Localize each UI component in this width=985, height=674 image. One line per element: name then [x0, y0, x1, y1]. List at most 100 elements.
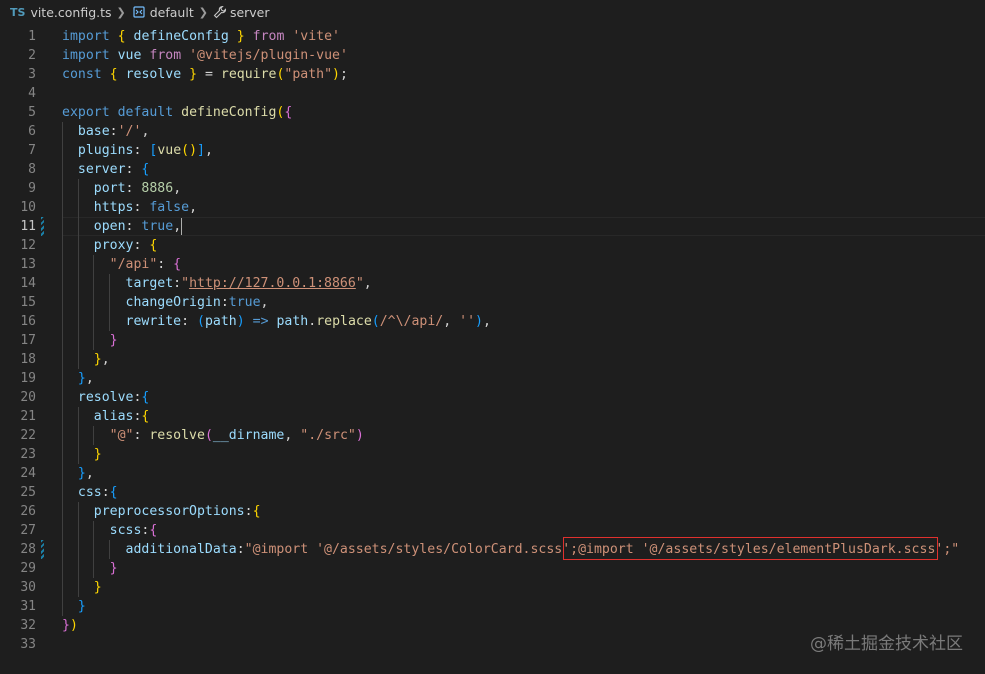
chevron-right-icon: ❯	[116, 5, 126, 19]
code-token: }	[77, 599, 86, 614]
code-token: (	[204, 428, 213, 443]
code-line[interactable]: 19 },	[0, 369, 985, 388]
code-text: port: 8886,	[62, 179, 181, 198]
code-token: ''	[459, 314, 476, 329]
code-line[interactable]: 30 }	[0, 578, 985, 597]
code-token: )	[475, 314, 483, 329]
code-line[interactable]: 31 }	[0, 597, 985, 616]
code-token: )	[332, 67, 340, 82]
modified-line-indicator[interactable]	[41, 217, 44, 236]
code-line[interactable]: 4	[0, 84, 985, 103]
code-line[interactable]: 16 rewrite: (path) => path.replace(/^\/a…	[0, 312, 985, 331]
code-line[interactable]: 25 css:{	[0, 483, 985, 502]
code-token: const	[62, 67, 102, 82]
code-token: ]	[197, 143, 205, 158]
code-line[interactable]: 11 open: true,	[0, 217, 985, 236]
code-line[interactable]: 17 }	[0, 331, 985, 350]
code-line[interactable]: 6 base:'/',	[0, 122, 985, 141]
code-line[interactable]: 20 resolve:{	[0, 388, 985, 407]
breadcrumb-member[interactable]: server	[230, 5, 270, 20]
code-token: resolve	[77, 390, 134, 405]
code-text: import { defineConfig } from 'vite'	[62, 27, 340, 46]
code-token: ;	[340, 67, 348, 82]
code-token: }	[77, 371, 86, 386]
line-number: 10	[20, 200, 36, 215]
code-token: )	[69, 618, 78, 633]
code-token: export	[62, 105, 110, 120]
code-token: port	[93, 181, 126, 196]
code-text: import vue from '@vitejs/plugin-vue'	[62, 46, 348, 65]
code-text: },	[62, 369, 94, 388]
code-token: additionalData	[125, 542, 237, 557]
code-token: vue	[157, 143, 182, 158]
code-line[interactable]: 13 "/api": {	[0, 255, 985, 274]
code-text: })	[62, 616, 78, 635]
code-token: }	[93, 580, 102, 595]
code-token: ,	[173, 219, 182, 234]
code-text: css:{	[62, 483, 118, 502]
code-token: {	[141, 409, 150, 424]
code-line[interactable]: 18 },	[0, 350, 985, 369]
line-number: 4	[28, 86, 36, 101]
code-line[interactable]: 23 }	[0, 445, 985, 464]
code-token: {	[117, 29, 126, 44]
breadcrumb-symbol[interactable]: default	[150, 5, 194, 20]
code-token: :	[173, 276, 182, 291]
code-line[interactable]: 5 export default defineConfig({	[0, 103, 985, 122]
code-line[interactable]: 22 "@": resolve(__dirname, "./src")	[0, 426, 985, 445]
code-token: }	[62, 618, 70, 633]
line-number: 33	[20, 637, 36, 652]
code-token: scss	[109, 523, 142, 538]
code-line[interactable]: 1 import { defineConfig } from 'vite'	[0, 27, 985, 46]
code-token: :	[125, 162, 142, 177]
code-text: plugins: [vue()],	[62, 141, 213, 160]
code-line[interactable]: 9 port: 8886,	[0, 179, 985, 198]
code-line[interactable]: 3 const { resolve } = require("path");	[0, 65, 985, 84]
code-token: }	[93, 352, 102, 367]
line-number: 23	[20, 447, 36, 462]
code-token: '@vitejs/plugin-vue'	[189, 48, 348, 63]
line-number: 15	[20, 295, 36, 310]
code-line[interactable]: 15 changeOrigin:true,	[0, 293, 985, 312]
code-line[interactable]: 26 preprocessorOptions:{	[0, 502, 985, 521]
line-number: 28	[20, 542, 36, 557]
code-line[interactable]: 14 target:"http://127.0.0.1:8866",	[0, 274, 985, 293]
line-number: 24	[20, 466, 36, 481]
line-number: 7	[28, 143, 36, 158]
code-token: .	[308, 314, 317, 329]
code-line[interactable]: 29 }	[0, 559, 985, 578]
code-token: :	[125, 219, 142, 234]
modified-line-indicator[interactable]	[41, 540, 44, 559]
code-token: :	[133, 200, 150, 215]
code-line[interactable]: 24 },	[0, 464, 985, 483]
breadcrumb-file[interactable]: vite.config.ts	[30, 5, 111, 20]
code-line[interactable]: 7 plugins: [vue()],	[0, 141, 985, 160]
line-number: 27	[20, 523, 36, 538]
code-line[interactable]: 10 https: false,	[0, 198, 985, 217]
code-token: vue	[117, 48, 142, 63]
code-line[interactable]: 2 import vue from '@vitejs/plugin-vue'	[0, 46, 985, 65]
code-line[interactable]: 21 alias:{	[0, 407, 985, 426]
code-text: },	[62, 464, 94, 483]
code-editor[interactable]: 1 import { defineConfig } from 'vite' 2 imp…	[0, 24, 985, 674]
code-text: }	[62, 445, 102, 464]
code-token: path	[276, 314, 309, 329]
code-line[interactable]: 12 proxy: {	[0, 236, 985, 255]
code-line[interactable]: 8 server: {	[0, 160, 985, 179]
